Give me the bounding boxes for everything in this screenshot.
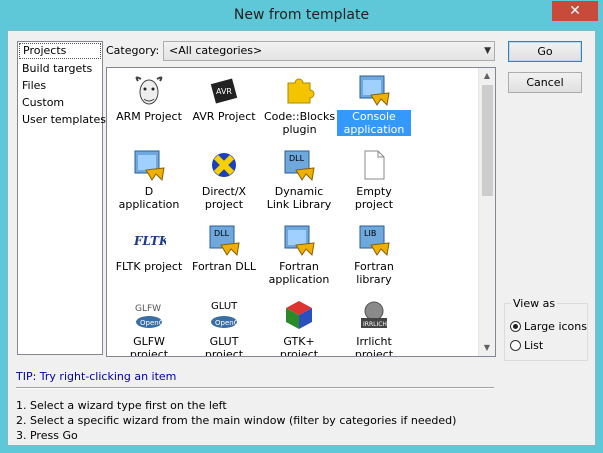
template-gtk-project[interactable]: GTK+ project [262, 298, 336, 357]
template-label: FLTK project [115, 260, 183, 273]
category-label: Category: [106, 44, 160, 57]
template-empty-project[interactable]: Empty project [337, 148, 411, 211]
template-grid: ARM Project AVR AVR Project Code::Blocks… [106, 67, 496, 357]
dialog-window: New from template ✕ Projects Build targe… [0, 0, 603, 453]
instruction-line: 1. Select a wizard type first on the lef… [16, 399, 227, 412]
template-fltk-project[interactable]: FLTK FLTK project [112, 223, 186, 273]
svg-text:GLFW: GLFW [135, 304, 161, 314]
template-d-application[interactable]: D application [112, 148, 186, 211]
svg-text:GLUT: GLUT [211, 301, 238, 312]
template-label: ARM Project [116, 110, 182, 123]
template-label: Irrlicht project [354, 335, 394, 357]
template-irrlicht-project[interactable]: IRRLICHT Irrlicht project [337, 298, 411, 357]
fortran-lib-icon: LIB [357, 223, 391, 257]
template-directx-project[interactable]: Direct/X project [187, 148, 261, 211]
dll-icon: DLL [282, 148, 316, 182]
template-label: Console application [337, 110, 411, 136]
template-arm-project[interactable]: ARM Project [112, 73, 186, 123]
window-title: New from template [233, 7, 370, 23]
template-avr-project[interactable]: AVR AVR Project [187, 73, 261, 123]
glfw-icon: GLFW OpenGL [132, 298, 168, 332]
instructions: 1. Select a wizard type first on the lef… [16, 398, 456, 443]
category-select[interactable]: <All categories> ▼ [163, 41, 495, 61]
template-label: D application [118, 185, 180, 211]
view-as-label: View as [511, 297, 558, 310]
template-fortran-library[interactable]: LIB Fortran library [337, 223, 411, 286]
sidebar-item-files[interactable]: Files [18, 77, 102, 94]
cancel-button[interactable]: Cancel [508, 72, 582, 93]
fltk-icon: FLTK [132, 223, 170, 257]
svg-text:FLTK: FLTK [133, 234, 166, 248]
sidebar-item-projects[interactable]: Projects [19, 43, 101, 59]
separator [16, 387, 494, 389]
template-label: Fortran library [354, 260, 394, 286]
avr-chip-icon: AVR [207, 73, 241, 107]
template-label: Code::Blocks plugin [264, 110, 336, 136]
template-grid-scrollbar[interactable]: ▲ ▼ [478, 68, 495, 356]
template-label: AVR Project [192, 110, 256, 123]
wizard-type-list[interactable]: Projects Build targets Files Custom User… [17, 41, 106, 355]
puzzle-icon [282, 73, 316, 107]
category-value: <All categories> [169, 44, 263, 57]
directx-icon [207, 148, 241, 182]
radio-unchecked-icon[interactable] [510, 340, 521, 351]
template-fortran-dll[interactable]: DLL Fortran DLL [187, 223, 261, 273]
template-label: GTK+ project [279, 335, 319, 357]
tip-text: TIP: Try right-clicking an item [16, 370, 177, 383]
svg-text:IRRLICHT: IRRLICHT [363, 321, 391, 328]
title-bar: New from template ✕ [0, 0, 603, 30]
dialog-client: Projects Build targets Files Custom User… [7, 30, 596, 446]
view-list-radio[interactable]: List [510, 339, 543, 355]
template-label: Fortran DLL [192, 260, 256, 273]
irrlicht-icon: IRRLICHT [357, 298, 391, 332]
template-label: Dynamic Link Library [266, 185, 332, 211]
close-button[interactable]: ✕ [552, 1, 598, 21]
svg-text:AVR: AVR [216, 87, 232, 96]
svg-text:OpenGL: OpenGL [140, 319, 166, 327]
radio-label: Large icons [524, 320, 587, 333]
template-label: GLUT project [204, 335, 244, 357]
console-app-icon [357, 73, 391, 107]
empty-page-icon [357, 148, 391, 182]
d-app-icon [132, 148, 166, 182]
sidebar-item-user-templates[interactable]: User templates [18, 111, 106, 128]
sidebar-item-custom[interactable]: Custom [18, 94, 102, 111]
template-label: Direct/X project [201, 185, 247, 211]
view-large-icons-radio[interactable]: Large icons [510, 320, 587, 336]
radio-label: List [524, 339, 544, 352]
template-glfw-project[interactable]: GLFW OpenGL GLFW project [112, 298, 186, 357]
chevron-down-icon[interactable]: ▼ [484, 42, 491, 60]
instruction-line: 3. Press Go [16, 429, 78, 442]
svg-text:OpenGL: OpenGL [215, 319, 241, 327]
svg-text:LIB: LIB [364, 229, 376, 238]
fortran-app-icon [282, 223, 316, 257]
template-console-application[interactable]: Console application [337, 73, 411, 136]
template-label: Empty project [354, 185, 394, 211]
sidebar-item-build-targets[interactable]: Build targets [18, 60, 102, 77]
scrollbar-thumb[interactable] [482, 85, 493, 196]
template-glut-project[interactable]: GLUT OpenGL GLUT project [187, 298, 261, 357]
go-button[interactable]: Go [508, 41, 582, 62]
glut-icon: GLUT OpenGL [207, 298, 243, 332]
view-as-group: View as Large icons List [504, 297, 588, 361]
template-codeblocks-plugin[interactable]: Code::Blocks plugin [262, 73, 336, 136]
gtk-icon [282, 298, 316, 332]
fortran-dll-icon: DLL [207, 223, 241, 257]
instruction-line: 2. Select a specific wizard from the mai… [16, 414, 457, 427]
svg-text:DLL: DLL [289, 154, 305, 163]
scroll-down-icon[interactable]: ▼ [479, 340, 495, 356]
radio-checked-icon[interactable] [510, 321, 521, 332]
scroll-up-icon[interactable]: ▲ [479, 68, 495, 84]
template-label: Fortran application [268, 260, 330, 286]
template-dynamic-link-library[interactable]: DLL Dynamic Link Library [262, 148, 336, 211]
template-fortran-application[interactable]: Fortran application [262, 223, 336, 286]
gnu-icon [132, 73, 166, 107]
svg-text:DLL: DLL [214, 229, 230, 238]
template-label: GLFW project [129, 335, 169, 357]
